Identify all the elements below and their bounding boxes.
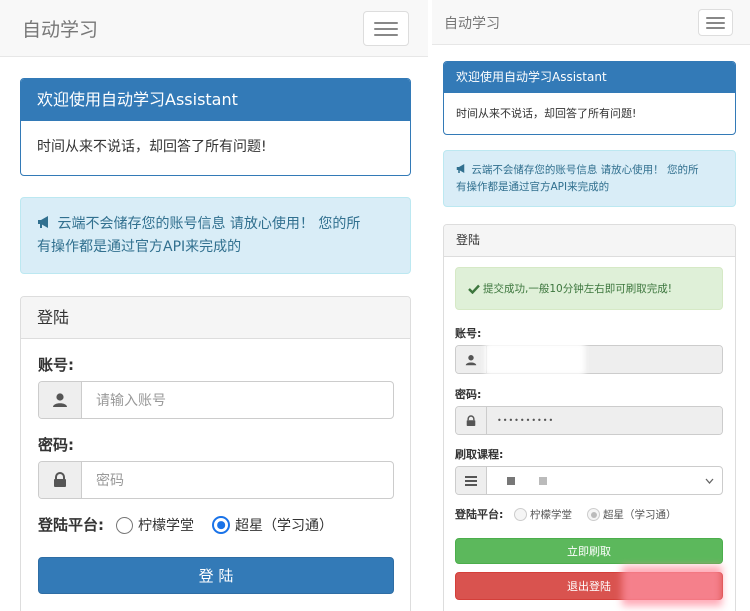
welcome-title: 欢迎使用自动学习Assistant xyxy=(21,79,410,121)
account-label: 账号: xyxy=(455,327,482,340)
bullhorn-icon xyxy=(456,164,465,173)
start-button[interactable]: 立即刷取 xyxy=(455,538,723,564)
success-message: 提交成功,一般10分钟左右即可刷取完成! xyxy=(483,283,672,295)
password-label: 密码: xyxy=(455,388,482,401)
bullhorn-icon xyxy=(38,216,48,228)
radio-chaoxing[interactable]: 超星（学习通） xyxy=(587,507,677,522)
account-input-group[interactable]: 请输入账号 xyxy=(38,381,394,419)
course-select-group[interactable] xyxy=(455,466,723,495)
login-button[interactable]: 登 陆 xyxy=(38,557,394,594)
navbar: 自动学习 xyxy=(0,0,428,57)
user-icon xyxy=(456,346,487,373)
course-select[interactable] xyxy=(487,467,722,494)
lock-icon xyxy=(456,407,487,434)
notice-line1: 云端不会储存您的账号信息 请放心使用！ 您的所 xyxy=(471,164,699,176)
left-screen: 自动学习 欢迎使用自动学习Assistant 时间从来不说话，却回答了所有问题!… xyxy=(0,0,428,611)
brand-logo[interactable]: 自动学习 xyxy=(22,15,98,42)
radio-chaoxing-label: 超星（学习通） xyxy=(603,509,677,521)
success-alert: 提交成功,一般10分钟左右即可刷取完成! xyxy=(455,267,723,310)
welcome-panel: 欢迎使用自动学习Assistant 时间从来不说话，却回答了所有问题! xyxy=(443,61,736,135)
menu-icon xyxy=(706,17,725,19)
platform-label: 登陆平台: xyxy=(455,508,504,521)
list-icon xyxy=(456,467,487,494)
welcome-body: 时间从来不说话，却回答了所有问题! xyxy=(37,139,267,155)
welcome-title: 欢迎使用自动学习Assistant xyxy=(444,62,735,93)
radio-circle[interactable] xyxy=(116,516,133,534)
checkmark-icon xyxy=(468,284,480,294)
redacted-account xyxy=(485,343,585,375)
radio-circle-selected[interactable] xyxy=(587,508,600,521)
user-icon xyxy=(39,382,82,418)
welcome-body: 时间从来不说话，却回答了所有问题! xyxy=(456,107,637,120)
brand-logo[interactable]: 自动学习 xyxy=(444,13,500,33)
platform-label: 登陆平台: xyxy=(38,516,104,534)
notice-alert: 云端不会储存您的账号信息 请放心使用！ 您的所 有操作都是通过官方API来完成的 xyxy=(20,197,411,274)
menu-icon xyxy=(373,22,399,24)
welcome-panel: 欢迎使用自动学习Assistant 时间从来不说话，却回答了所有问题! xyxy=(20,78,411,176)
radio-chaoxing-label: 超星（学习通） xyxy=(235,518,333,534)
password-label: 密码: xyxy=(38,436,74,454)
radio-lemon[interactable]: 柠檬学堂 xyxy=(514,507,572,522)
notice-line1: 云端不会储存您的账号信息 请放心使用！ 您的所 xyxy=(57,216,361,232)
navbar-toggle-button[interactable] xyxy=(698,9,733,36)
redacted-overlay xyxy=(622,566,722,606)
notice-alert: 云端不会储存您的账号信息 请放心使用！ 您的所 有操作都是通过官方API来完成的 xyxy=(443,150,736,207)
right-screen: 自动学习 欢迎使用自动学习Assistant 时间从来不说话，却回答了所有问题!… xyxy=(432,0,750,611)
login-panel-title: 登陆 xyxy=(444,225,735,257)
password-input-group[interactable]: •••••••••• xyxy=(455,406,723,435)
notice-line2: 有操作都是通过官方API来完成的 xyxy=(37,239,242,255)
login-panel-title: 登陆 xyxy=(21,297,410,339)
radio-lemon[interactable]: 柠檬学堂 xyxy=(116,515,194,535)
password-input[interactable]: •••••••••• xyxy=(487,407,722,434)
radio-chaoxing[interactable]: 超星（学习通） xyxy=(212,515,333,535)
radio-lemon-label: 柠檬学堂 xyxy=(138,518,194,534)
notice-line2: 有操作都是通过官方API来完成的 xyxy=(456,181,610,193)
course-label: 刷取课程: xyxy=(455,448,504,461)
account-label: 账号: xyxy=(38,356,74,374)
navbar: 自动学习 xyxy=(432,0,750,45)
password-input[interactable]: 密码 xyxy=(82,462,393,498)
lock-icon xyxy=(39,462,82,498)
chevron-down-icon xyxy=(705,478,714,484)
account-input[interactable]: 请输入账号 xyxy=(82,382,393,418)
radio-lemon-label: 柠檬学堂 xyxy=(530,509,572,521)
navbar-toggle-button[interactable] xyxy=(363,11,409,46)
radio-circle[interactable] xyxy=(514,508,527,521)
password-input-group[interactable]: 密码 xyxy=(38,461,394,499)
radio-circle-selected[interactable] xyxy=(212,516,230,534)
